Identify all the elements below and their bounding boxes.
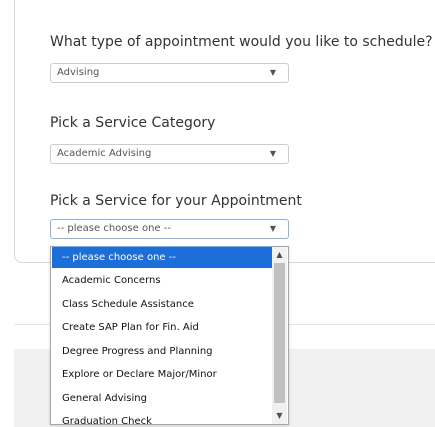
service-value: -- please choose one -- — [57, 223, 171, 234]
service-dropdown-list[interactable]: -- please choose one -- Academic Concern… — [50, 246, 289, 425]
service-label: Pick a Service for your Appointment — [50, 193, 302, 209]
scroll-up-arrow-icon[interactable]: ▲ — [272, 248, 287, 262]
service-option[interactable]: Create SAP Plan for Fin. Aid — [52, 317, 272, 338]
service-option[interactable]: Class Schedule Assistance — [52, 294, 272, 315]
appointment-type-select[interactable]: Advising ▼ — [50, 63, 289, 83]
scroll-down-arrow-icon[interactable]: ▼ — [272, 409, 287, 423]
chevron-down-icon: ▼ — [269, 149, 276, 158]
chevron-down-icon: ▼ — [269, 68, 276, 77]
service-category-label: Pick a Service Category — [50, 115, 216, 131]
service-option[interactable]: -- please choose one -- — [52, 247, 272, 268]
appointment-type-value: Advising — [57, 67, 100, 78]
chevron-down-icon: ▼ — [269, 224, 276, 233]
service-option[interactable]: Academic Concerns — [52, 270, 272, 291]
service-option[interactable]: General Advising — [52, 388, 272, 409]
service-option[interactable]: Graduation Check — [52, 411, 272, 424]
service-select[interactable]: -- please choose one -- ▼ — [50, 219, 289, 239]
dropdown-scrollbar[interactable]: ▲ ▼ — [272, 247, 287, 424]
service-option[interactable]: Degree Progress and Planning — [52, 341, 272, 362]
scrollbar-thumb[interactable] — [274, 263, 285, 403]
service-category-value: Academic Advising — [57, 148, 152, 159]
service-option[interactable]: Explore or Declare Major/Minor — [52, 364, 272, 385]
appointment-type-label: What type of appointment would you like … — [50, 34, 433, 50]
service-category-select[interactable]: Academic Advising ▼ — [50, 144, 289, 164]
